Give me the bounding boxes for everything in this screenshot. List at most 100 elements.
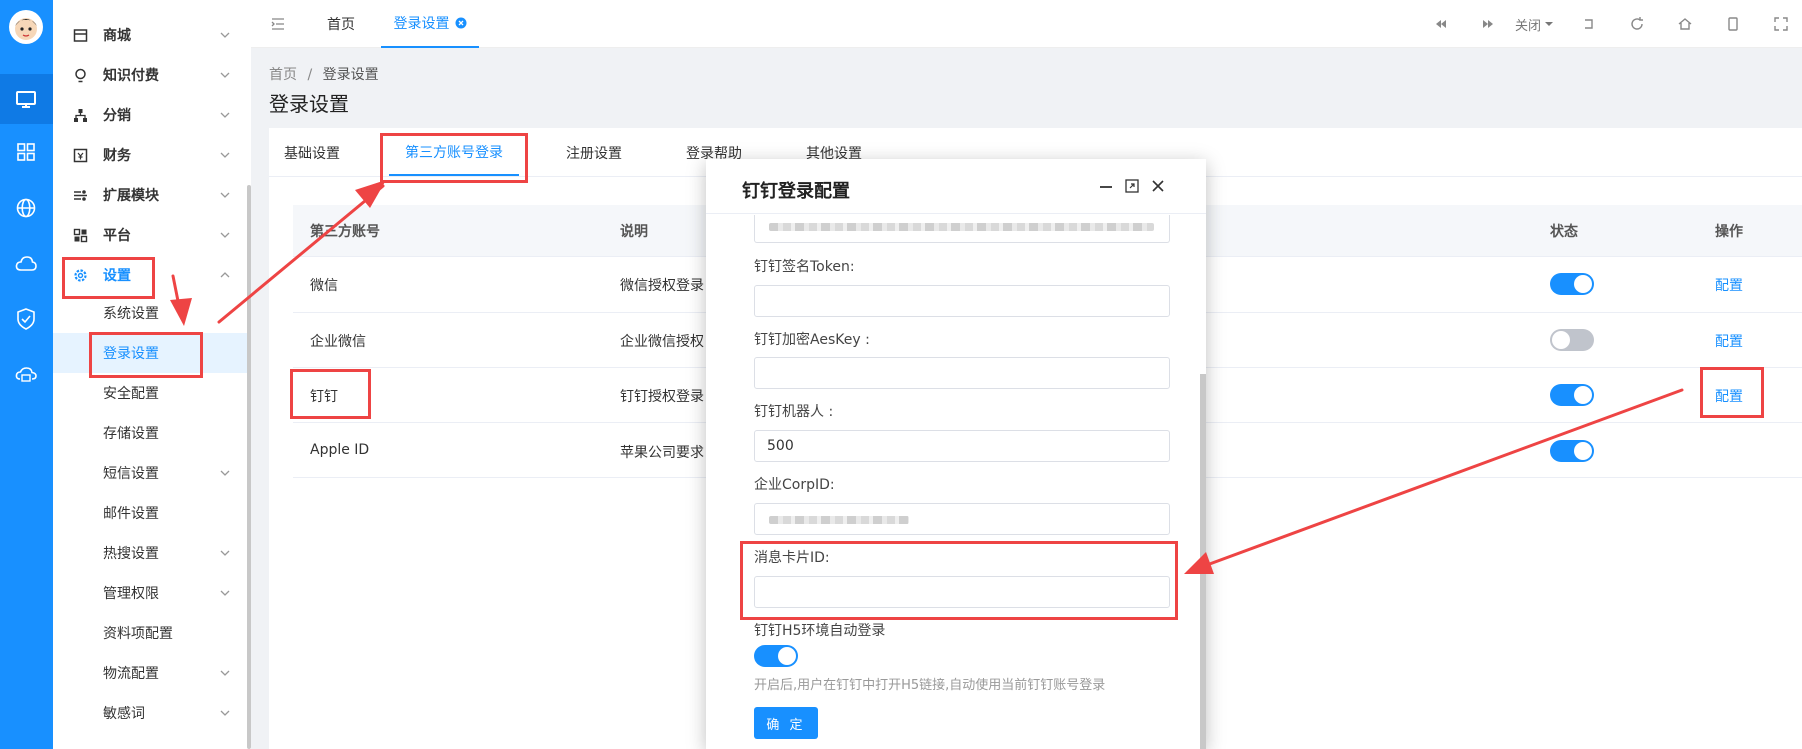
- cloud-server-icon[interactable]: [12, 360, 40, 388]
- submenu-item-sms[interactable]: 短信设置: [53, 453, 251, 493]
- submenu-item-system[interactable]: 系统设置: [53, 293, 251, 333]
- home-icon[interactable]: [1676, 15, 1694, 33]
- sidebar-item-finance[interactable]: 财务: [53, 136, 251, 174]
- toggle-knob: [778, 647, 796, 665]
- tab-basic-settings[interactable]: 基础设置: [284, 128, 340, 178]
- tab-login-settings[interactable]: 登录设置: [381, 0, 479, 48]
- config-link[interactable]: 配置: [1715, 331, 1743, 351]
- submenu-item-logistics[interactable]: 物流配置: [53, 653, 251, 693]
- submenu-item-label: 系统设置: [103, 306, 159, 322]
- config-link[interactable]: 配置: [1715, 275, 1743, 295]
- monitor-icon[interactable]: [12, 85, 40, 113]
- card-id-input[interactable]: [754, 576, 1170, 608]
- cloud-icon[interactable]: [12, 250, 40, 278]
- h5-autologin-hint: 开启后,用户在钉钉中打开H5链接,自动使用当前钉钉账号登录: [754, 678, 1106, 693]
- sidebar-item-label: 商城: [103, 28, 131, 44]
- extend-icon: [73, 188, 88, 203]
- refresh-icon[interactable]: [1628, 15, 1646, 33]
- dialog-scrollbar[interactable]: [1200, 374, 1206, 749]
- toggle-knob: [1574, 386, 1592, 404]
- masked-field-top[interactable]: [754, 215, 1170, 243]
- scroll-right-icon[interactable]: [1479, 15, 1497, 33]
- close-tabs-dropdown[interactable]: 关闭: [1515, 0, 1554, 48]
- icon-rail: [0, 0, 53, 749]
- breadcrumb-separator: /: [307, 67, 313, 83]
- apps-icon[interactable]: [12, 138, 40, 166]
- bulb-icon: [73, 68, 88, 83]
- dingtalk-config-dialog: 钉钉登录配置 钉钉签名Token: 钉钉加密AesKey : 钉钉机器人 : 5…: [706, 159, 1206, 749]
- row-name: 微信: [310, 278, 338, 294]
- toggle-knob: [1552, 331, 1570, 349]
- submenu-item-storage[interactable]: 存储设置: [53, 413, 251, 453]
- back-icon[interactable]: [1580, 15, 1598, 33]
- shop-icon: [73, 28, 88, 43]
- sidebar-item-partial: [53, 0, 251, 6]
- shield-icon[interactable]: [12, 305, 40, 333]
- tab-close-icon[interactable]: [455, 17, 467, 29]
- breadcrumb-home[interactable]: 首页: [269, 67, 297, 83]
- gear-icon: [73, 268, 88, 283]
- toggle-knob: [1574, 442, 1592, 460]
- toggle-knob: [1574, 275, 1592, 293]
- mobile-icon[interactable]: [1724, 15, 1742, 33]
- config-link[interactable]: 配置: [1715, 386, 1743, 406]
- close-icon[interactable]: [1150, 178, 1166, 194]
- submenu-item-permission[interactable]: 管理权限: [53, 573, 251, 613]
- col-header-action: 操作: [1715, 224, 1743, 240]
- sidebar-item-label: 扩展模块: [103, 188, 159, 204]
- submenu-item-label: 安全配置: [103, 386, 159, 402]
- chevron-down-icon: [219, 547, 231, 559]
- field-label-h5-autologin: 钉钉H5环境自动登录: [754, 623, 886, 639]
- row-name: Apple ID: [310, 442, 370, 458]
- maximize-icon[interactable]: [1124, 178, 1140, 194]
- chevron-down-icon: [219, 587, 231, 599]
- sidebar-item-shop[interactable]: 商城: [53, 16, 251, 54]
- platform-icon: [73, 228, 88, 243]
- chevron-down-icon: [219, 69, 231, 81]
- submenu-item-mail[interactable]: 邮件设置: [53, 493, 251, 533]
- confirm-button[interactable]: 确 定: [754, 707, 818, 739]
- collapse-menu-icon[interactable]: [269, 15, 287, 33]
- finance-icon: [73, 148, 88, 163]
- token-input[interactable]: [754, 285, 1170, 317]
- globe-icon[interactable]: [12, 194, 40, 222]
- tab-register-settings[interactable]: 注册设置: [566, 128, 622, 178]
- status-toggle[interactable]: [1550, 273, 1594, 295]
- sidebar: 商城 知识付费 分销 财务 扩展模块 平台 设置 系统设置 登录设置 安全配置 …: [53, 0, 251, 749]
- status-toggle[interactable]: [1550, 440, 1594, 462]
- submenu-item-login[interactable]: 登录设置: [53, 333, 251, 373]
- submenu-item-label: 存储设置: [103, 426, 159, 442]
- sidebar-item-settings[interactable]: 设置: [53, 256, 251, 294]
- sidebar-item-label: 设置: [103, 268, 131, 284]
- submenu-item-hotsearch[interactable]: 热搜设置: [53, 533, 251, 573]
- sidebar-item-label: 财务: [103, 148, 131, 164]
- submenu-item-sensitive-words[interactable]: 敏感词: [53, 693, 251, 733]
- tab-third-party-login[interactable]: 第三方账号登录: [389, 130, 519, 176]
- avatar[interactable]: [9, 10, 43, 44]
- aeskey-input[interactable]: [754, 357, 1170, 389]
- submenu-item-label: 短信设置: [103, 466, 159, 482]
- sidebar-item-extend[interactable]: 扩展模块: [53, 176, 251, 214]
- submenu-item-security[interactable]: 安全配置: [53, 373, 251, 413]
- fullscreen-icon[interactable]: [1772, 15, 1790, 33]
- scroll-left-icon[interactable]: [1432, 15, 1450, 33]
- minimize-icon[interactable]: [1098, 178, 1114, 194]
- row-desc: 微信授权登录: [620, 278, 704, 294]
- chevron-down-icon: [219, 707, 231, 719]
- submenu-item-profile-fields[interactable]: 资料项配置: [53, 613, 251, 653]
- sidebar-item-knowledge[interactable]: 知识付费: [53, 56, 251, 94]
- robot-input[interactable]: 500: [754, 430, 1170, 462]
- h5-autologin-toggle[interactable]: [754, 645, 798, 667]
- corpid-input[interactable]: [754, 503, 1170, 535]
- sidebar-scrollbar[interactable]: [247, 185, 251, 749]
- status-toggle[interactable]: [1550, 384, 1594, 406]
- chevron-down-icon: [219, 667, 231, 679]
- row-name: 企业微信: [310, 334, 366, 350]
- submenu-item-partial: [53, 733, 251, 749]
- sidebar-item-distribution[interactable]: 分销: [53, 96, 251, 134]
- tab-home[interactable]: 首页: [327, 0, 355, 48]
- status-toggle[interactable]: [1550, 329, 1594, 351]
- sidebar-item-platform[interactable]: 平台: [53, 216, 251, 254]
- row-desc: 钉钉授权登录: [620, 389, 704, 405]
- submenu-item-label: 物流配置: [103, 666, 159, 682]
